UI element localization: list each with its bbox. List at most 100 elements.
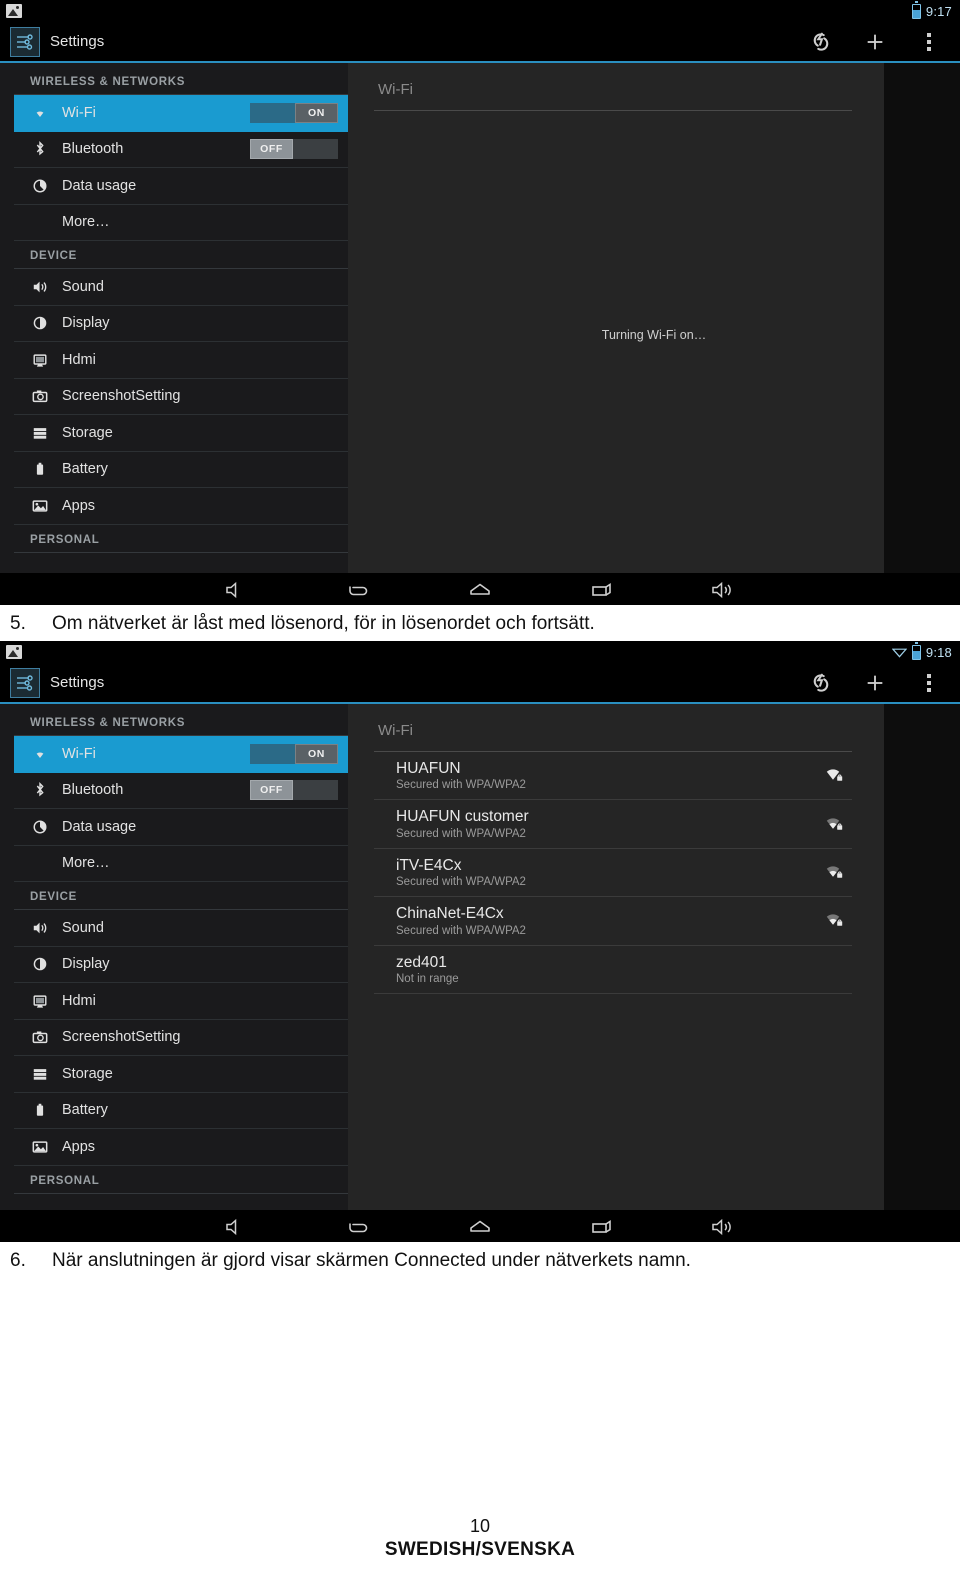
wifi-status-message: Turning Wi-Fi on… [601, 328, 707, 342]
sidebar-section-header: DEVICE [14, 241, 348, 269]
sidebar-item-label: Sound [62, 919, 104, 936]
app-title: Settings [50, 674, 105, 691]
sidebar-item-display[interactable]: Display [14, 306, 348, 342]
android-screenshot-wifi-network-list: 9:18 Settings WIRELESS & NETWORKS Wi-Fi … [0, 641, 960, 1242]
scan-icon[interactable] [808, 29, 834, 55]
action-bar-buttons-1 [808, 29, 942, 55]
wifi-network-row[interactable]: HUAFUN Secured with WPA/WPA2 [374, 752, 852, 801]
action-bar-1: Settings [0, 22, 960, 63]
doc-step-5-number: 5. [10, 613, 26, 634]
recents-icon[interactable] [585, 577, 619, 603]
sidebar-item-sound[interactable]: Sound [14, 910, 348, 947]
wifi-icon [30, 104, 50, 122]
sidebar-item-battery[interactable]: Battery [14, 452, 348, 488]
overflow-menu-icon[interactable] [916, 670, 942, 696]
status-bar-notifications-1 [6, 4, 22, 18]
sidebar-item-hdmi[interactable]: Hdmi [14, 342, 348, 379]
volume-up-icon[interactable] [707, 1214, 741, 1240]
add-network-icon[interactable] [862, 29, 888, 55]
status-bar-system-1[interactable]: 9:17 [911, 0, 952, 19]
back-icon[interactable] [341, 577, 375, 603]
battery-icon [911, 0, 921, 19]
sidebar-item-bluetooth[interactable]: Bluetooth OFF [14, 132, 348, 168]
photo-icon [6, 4, 22, 18]
settings-sliders-icon[interactable] [10, 26, 40, 57]
wifi-network-text: HUAFUN customer Secured with WPA/WPA2 [396, 807, 818, 839]
sidebar-section-header: WIRELESS & NETWORKS [14, 67, 348, 95]
sidebar-item-storage[interactable]: Storage [14, 415, 348, 452]
wifi-signal-icon [891, 646, 907, 658]
sidebar-item-hdmi[interactable]: Hdmi [14, 983, 348, 1020]
sidebar-item-screenshotsetting[interactable]: ScreenshotSetting [14, 1020, 348, 1056]
volume-up-icon[interactable] [707, 577, 741, 603]
sidebar-item-label: Bluetooth [62, 141, 124, 158]
wifi-network-row[interactable]: ChinaNet-E4Cx Secured with WPA/WPA2 [374, 897, 852, 946]
sidebar-item-apps[interactable]: Apps [14, 1129, 348, 1166]
display-icon [30, 314, 50, 332]
bluetooth-toggle[interactable]: OFF [250, 139, 338, 160]
sidebar-item-apps[interactable]: Apps [14, 488, 348, 525]
wifi-toggle[interactable]: ON [250, 102, 338, 123]
settings-sliders-icon[interactable] [10, 667, 40, 698]
home-icon[interactable] [463, 1214, 497, 1240]
photo-icon [6, 645, 22, 659]
sidebar-item-data-usage[interactable]: Data usage [14, 809, 348, 846]
overflow-menu-icon[interactable] [916, 29, 942, 55]
page-number: 10 [469, 1516, 491, 1536]
sidebar-item-screenshotsetting[interactable]: ScreenshotSetting [14, 379, 348, 415]
apps-icon [30, 1138, 50, 1156]
volume-down-icon[interactable] [219, 1214, 253, 1240]
sound-icon [30, 278, 50, 296]
sidebar-section-header: DEVICE [14, 882, 348, 910]
sidebar-item-label: More… [62, 214, 110, 231]
sidebar-item-label: Wi-Fi [62, 745, 96, 762]
data-usage-icon [30, 177, 50, 195]
sidebar-item-battery[interactable]: Battery [14, 1093, 348, 1129]
sidebar-item-label: More… [62, 855, 110, 872]
wifi-network-ssid: ChinaNet-E4Cx [396, 905, 504, 923]
sidebar-section-header: PERSONAL [14, 1166, 348, 1194]
navigation-bar-2 [0, 1210, 960, 1242]
battery-icon [30, 460, 50, 478]
wifi-toggle[interactable]: ON [250, 743, 338, 764]
volume-down-icon[interactable] [219, 577, 253, 603]
sidebar-item-label: Storage [62, 424, 113, 441]
recents-icon[interactable] [585, 1214, 619, 1240]
wifi-signal-icon [818, 766, 848, 784]
action-bar-2: Settings [0, 663, 960, 704]
doc-step-6-number: 6. [10, 1250, 26, 1271]
scan-icon[interactable] [808, 670, 834, 696]
sidebar-item-more[interactable]: More… [14, 846, 348, 882]
wifi-network-status: Secured with WPA/WPA2 [396, 876, 526, 889]
app-title: Settings [50, 33, 105, 50]
sidebar-item-label: Sound [62, 278, 104, 295]
wifi-network-list: HUAFUN Secured with WPA/WPA2 HUAFUN custom… [374, 752, 852, 994]
bluetooth-toggle[interactable]: OFF [250, 780, 338, 801]
sidebar-item-wi-fi[interactable]: Wi-Fi ON [14, 95, 348, 132]
android-screenshot-wifi-turning-on: 9:17 Settings WIRELESS & NETWORKS Wi-Fi … [0, 0, 960, 605]
pane-title-1: Wi-Fi [374, 63, 852, 111]
doc-step-5: 5. Om nätverket är låst med lösenord, fö… [0, 605, 960, 641]
sidebar-item-wi-fi[interactable]: Wi-Fi ON [14, 736, 348, 773]
sidebar-item-display[interactable]: Display [14, 947, 348, 983]
sidebar-item-label: Wi-Fi [62, 104, 96, 121]
wifi-network-ssid: HUAFUN [396, 760, 461, 777]
wifi-icon [30, 745, 50, 763]
status-bar-system-2[interactable]: 9:18 [891, 641, 952, 660]
status-clock: 9:18 [925, 644, 952, 660]
sidebar-item-storage[interactable]: Storage [14, 1056, 348, 1093]
sidebar-item-data-usage[interactable]: Data usage [14, 168, 348, 205]
sidebar-item-label: Hdmi [62, 351, 96, 368]
home-icon[interactable] [463, 577, 497, 603]
wifi-network-row[interactable]: HUAFUN customer Secured with WPA/WPA2 [374, 800, 852, 849]
add-network-icon[interactable] [862, 670, 888, 696]
sidebar-item-more[interactable]: More… [14, 205, 348, 241]
sidebar-item-bluetooth[interactable]: Bluetooth OFF [14, 773, 348, 809]
sidebar-item-sound[interactable]: Sound [14, 269, 348, 306]
back-icon[interactable] [341, 1214, 375, 1240]
status-bar-2: 9:18 [0, 641, 960, 663]
status-bar-1: 9:17 [0, 0, 960, 22]
wifi-network-row[interactable]: iTV-E4Cx Secured with WPA/WPA2 [374, 849, 852, 898]
wifi-network-row[interactable]: zed401 Not in range [374, 946, 852, 994]
sidebar-item-label: Display [62, 956, 110, 973]
